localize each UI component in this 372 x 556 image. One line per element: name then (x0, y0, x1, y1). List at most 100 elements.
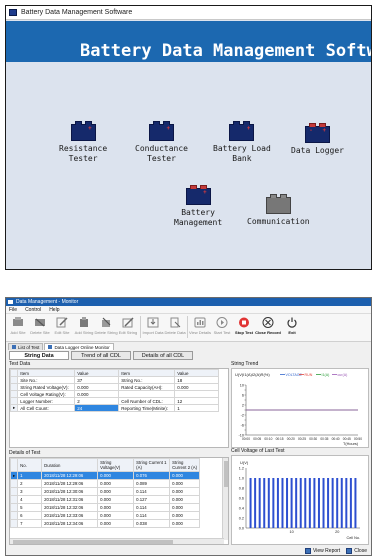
data-logger-tile[interactable]: - + Data Logger (291, 123, 344, 156)
add-string-button[interactable]: Add String (73, 316, 95, 335)
x-tick-label: 00:30 (309, 437, 317, 441)
device-label: Communication (247, 217, 310, 226)
device-label: Battery Load Bank (213, 144, 271, 163)
legend-label: cur(A) (338, 373, 348, 377)
table-row[interactable]: Cell Voltage Rating(V): 0.000 (9, 390, 220, 398)
bar (340, 478, 343, 528)
bar (331, 478, 334, 528)
table-row[interactable]: 6 2018/11/28 12:33:06 0.000 0.114 0.000 (10, 511, 201, 520)
delete-site-button[interactable]: Delete Site (29, 316, 51, 335)
battery-icon: + (185, 185, 211, 205)
view-details-button[interactable]: View Details (189, 316, 211, 335)
start-test-button[interactable]: Start Test (211, 316, 233, 335)
close-record-icon (262, 316, 275, 328)
app-icon (9, 9, 17, 16)
banner-title: Battery Data Management Software (80, 41, 371, 61)
x-tick-label: 20 (335, 530, 339, 534)
close-button[interactable]: Close (346, 547, 367, 554)
bar (327, 478, 330, 528)
table-row[interactable]: ▸ 1 2018/11/28 12:29:06 0.000 0.076 0.00… (10, 471, 201, 480)
table-header-row: Item Value Item Value (9, 369, 220, 377)
table-row[interactable]: String Rated Voltage(V): 0.000 Rated Cap… (9, 383, 220, 391)
edit-site-button[interactable]: Edit Site (51, 316, 73, 335)
x-tick-label: 00:05 (253, 437, 261, 441)
y-tick-label: 1.0 (239, 476, 244, 480)
test-data-title: Test Data (9, 361, 31, 367)
table-row[interactable]: Logger Number: 2 Cell Number of CDL: 12 (9, 397, 220, 405)
battery-icon: + (70, 121, 96, 141)
bar (304, 478, 307, 528)
bar (322, 478, 325, 528)
battery-icon: - + (304, 123, 330, 143)
device-label: Data Logger (291, 146, 344, 155)
list-icon (12, 345, 16, 349)
details-horizontal-scrollbar[interactable] (10, 538, 224, 544)
string-trend-chart: U(V)I1(A)I2(A)R(%) VOLTAGE RUN I1(A) cur(A) 1… (231, 368, 369, 448)
y-tick-label: 10 (240, 383, 244, 387)
table-row[interactable]: 2 2018/11/28 12:29:06 0.000 0.089 0.000 (10, 479, 201, 488)
edit-string-button[interactable]: Edit String (117, 316, 139, 335)
toolbar-separator (140, 316, 141, 338)
trend-y-label: U(V)I1(A)I2(A)R(%) (235, 372, 270, 377)
bar (290, 478, 293, 528)
x-tick-label: 10 (289, 530, 293, 534)
import-data-button[interactable]: Import Data (142, 316, 164, 335)
battery-management-tile[interactable]: + Battery Management (174, 185, 222, 228)
window-title: Data Management - Monitor (16, 299, 79, 305)
bar (336, 478, 339, 528)
close-record-button[interactable]: Close Record (255, 316, 281, 335)
table-header-row: No. Duration String Voltage(V) String Cu… (10, 458, 201, 472)
tab-trend-of-all-cdl[interactable]: Trend of all CDL (71, 351, 131, 360)
battery-load-bank-tile[interactable]: + Battery Load Bank (213, 121, 271, 164)
resistance-tester-tile[interactable]: + Resistance Tester (59, 121, 107, 164)
menu-control[interactable]: Control (25, 307, 41, 313)
legend-label: VOLTAGE (286, 373, 303, 377)
y-tick-label: 0.0 (239, 526, 244, 530)
menu-help[interactable]: Help (49, 307, 59, 313)
bottom-bar: View Report Close (6, 546, 371, 555)
tab-details-of-all-cdl[interactable]: Details of all CDL (133, 351, 193, 360)
battery-icon: + (229, 121, 255, 141)
add-site-button[interactable]: Add Site (7, 316, 29, 335)
tab-list-of-test[interactable]: List of Test (8, 343, 44, 350)
delete-string-icon (100, 316, 113, 328)
table-row[interactable]: Site No.: 37 String No.: 18 (9, 376, 220, 384)
x-axis-label: T(Hours) (343, 442, 359, 446)
device-label: Resistance Tester (59, 144, 108, 163)
banner: Battery Data Management Software (6, 21, 371, 62)
table-row[interactable]: 3 2018/11/28 12:30:06 0.000 0.114 0.000 (10, 487, 201, 496)
conductance-tester-tile[interactable]: + Conductance Tester (135, 121, 188, 164)
delete-data-button[interactable]: Delete Data (164, 316, 186, 335)
bar (263, 478, 266, 528)
y-axis-label: U(V) (240, 460, 249, 465)
table-row[interactable]: 4 2018/11/28 12:31:06 0.000 0.127 0.000 (10, 495, 201, 504)
tab-data-logger-online-monitor[interactable]: Data Logger Online Monitor (44, 343, 114, 350)
string-trend-title: String Trend (231, 361, 259, 367)
table-row[interactable]: ▸ All Cell Count: 24 Reporting Time(Mini… (9, 404, 220, 412)
legend-label: I1(A) (322, 373, 330, 377)
y-tick-label: 6 (242, 393, 244, 397)
cell-voltage-plot: U(V)1.2 1.0 0.8 0.6 0.4 0.2 0.0 10 20 Cell No. (239, 460, 360, 540)
table-row[interactable]: 7 2018/11/28 12:34:06 0.000 0.038 0.000 (10, 519, 201, 528)
y-tick-label: 0.8 (239, 486, 244, 490)
x-tick-label: 00:10 (264, 437, 272, 441)
x-tick-label: 00:45 (343, 437, 351, 441)
exit-button[interactable]: Exit (281, 316, 303, 335)
stop-test-button[interactable]: Stop Test (233, 316, 255, 335)
bar (299, 478, 302, 528)
communication-tile[interactable]: Communication (247, 194, 310, 227)
delete-string-button[interactable]: Delete String (94, 316, 118, 335)
delete-data-icon (169, 316, 182, 328)
view-report-button[interactable]: View Report (305, 547, 340, 554)
details-vertical-scrollbar[interactable] (222, 458, 228, 540)
tab-string-data[interactable]: String Data (9, 351, 69, 360)
details-table: No. Duration String Voltage(V) String Cu… (10, 458, 201, 528)
bar (276, 478, 279, 528)
menu-file[interactable]: File (9, 307, 17, 313)
add-string-icon (78, 316, 91, 328)
battery-icon (265, 194, 291, 214)
table-row[interactable]: 5 2018/11/28 12:32:06 0.000 0.114 0.000 (10, 503, 201, 512)
cell-voltage-title: Cell Voltage of Last Test (231, 448, 285, 454)
device-label: Battery Management (174, 208, 223, 227)
import-data-icon (147, 316, 160, 328)
